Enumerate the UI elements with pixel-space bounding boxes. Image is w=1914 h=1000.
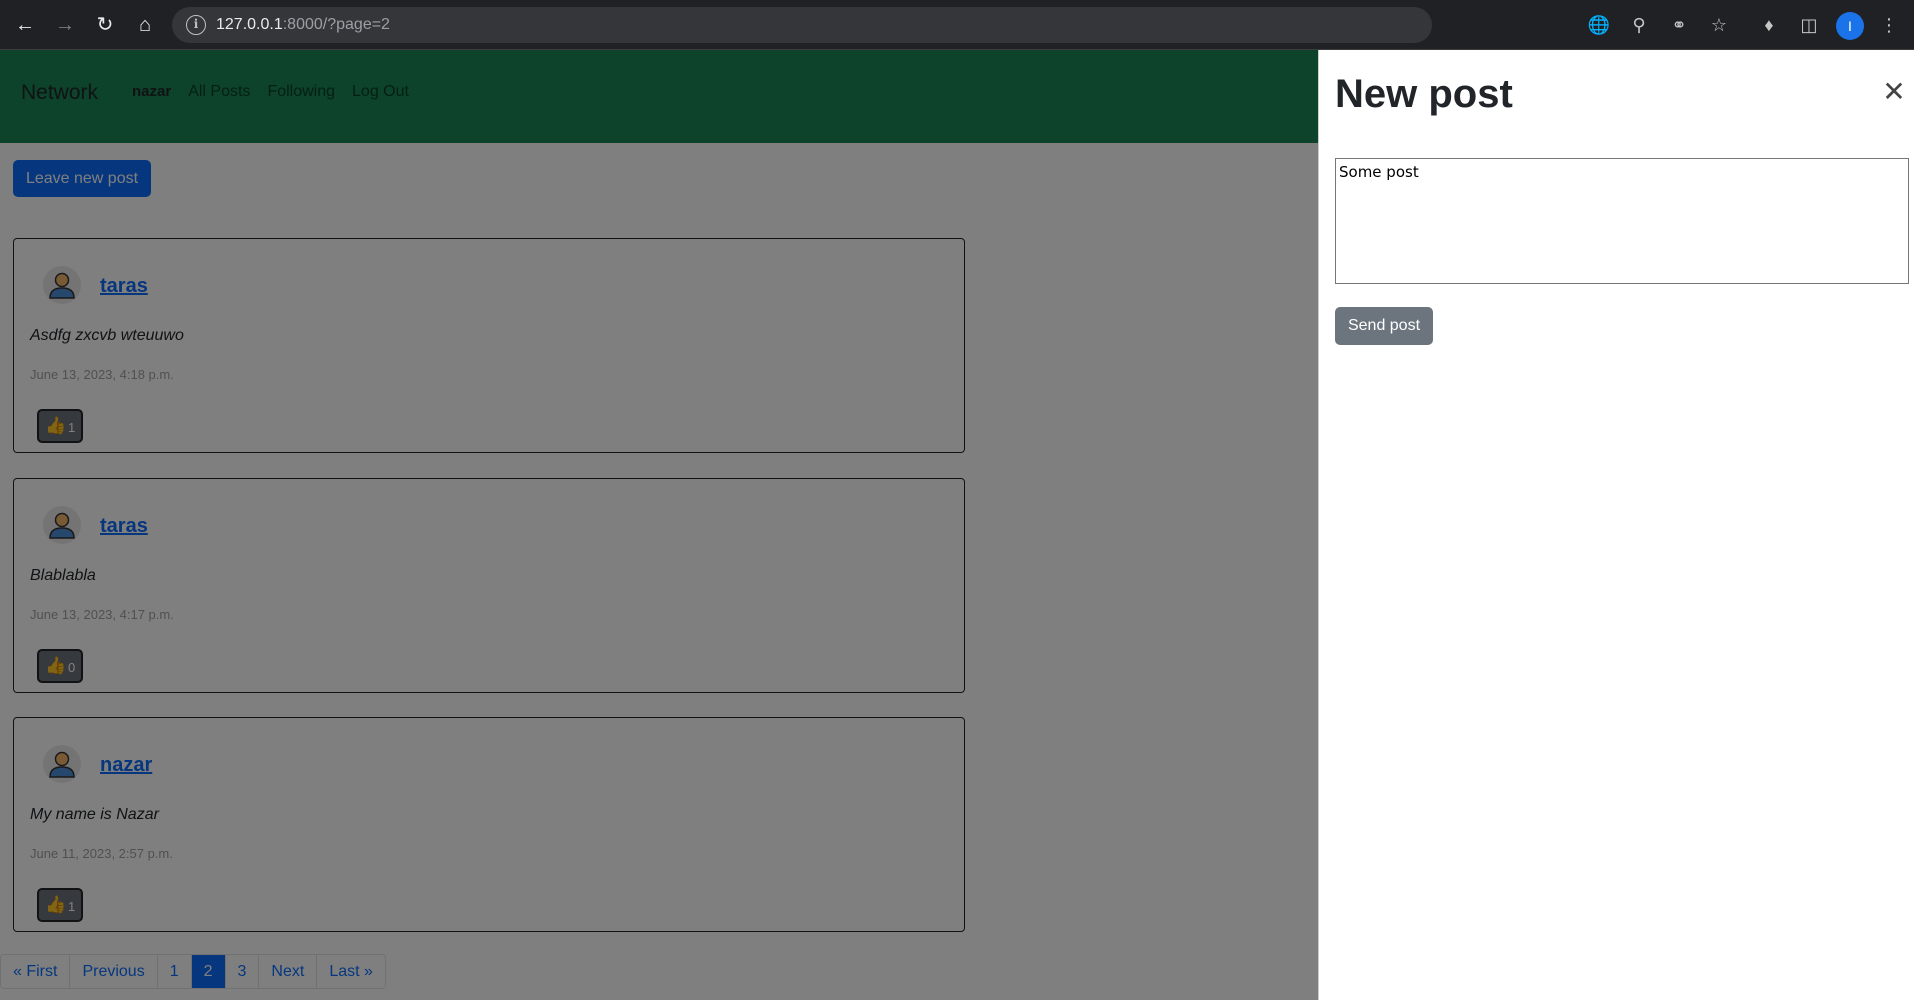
extensions-icon[interactable]: ♦ — [1756, 12, 1782, 38]
side-panel-icon[interactable]: ◫ — [1796, 12, 1822, 38]
address-bar[interactable]: i 127.0.0.1:8000/?page=2 — [172, 7, 1432, 43]
bookmark-star-icon[interactable]: ☆ — [1706, 12, 1732, 38]
url-host: 127.0.0.1 — [216, 16, 283, 33]
menu-kebab-icon[interactable]: ⋮ — [1876, 12, 1902, 38]
back-icon[interactable]: ← — [12, 12, 38, 38]
send-post-button[interactable]: Send post — [1335, 307, 1433, 345]
site-info-icon[interactable]: i — [186, 15, 206, 35]
share-icon[interactable]: ⚭ — [1666, 12, 1692, 38]
close-icon[interactable]: ✕ — [1879, 78, 1909, 108]
offcanvas-title: New post — [1335, 72, 1513, 116]
url-path: :8000/?page=2 — [282, 16, 390, 33]
modal-backdrop[interactable] — [0, 50, 1318, 1000]
post-textarea[interactable]: Some post — [1335, 158, 1909, 284]
zoom-icon[interactable]: ⚲ — [1626, 12, 1652, 38]
home-icon[interactable]: ⌂ — [132, 12, 158, 38]
reload-icon[interactable]: ↻ — [92, 12, 118, 38]
browser-toolbar: ← → ↻ ⌂ i 127.0.0.1:8000/?page=2 🌐 ⚲ ⚭ ☆… — [0, 0, 1914, 50]
url-text[interactable]: 127.0.0.1:8000/?page=2 — [216, 16, 390, 34]
profile-avatar[interactable]: I — [1836, 12, 1864, 40]
forward-icon[interactable]: → — [52, 12, 78, 38]
translate-icon[interactable]: 🌐 — [1586, 12, 1612, 38]
new-post-offcanvas: New post ✕ Some post Send post — [1318, 50, 1914, 1000]
